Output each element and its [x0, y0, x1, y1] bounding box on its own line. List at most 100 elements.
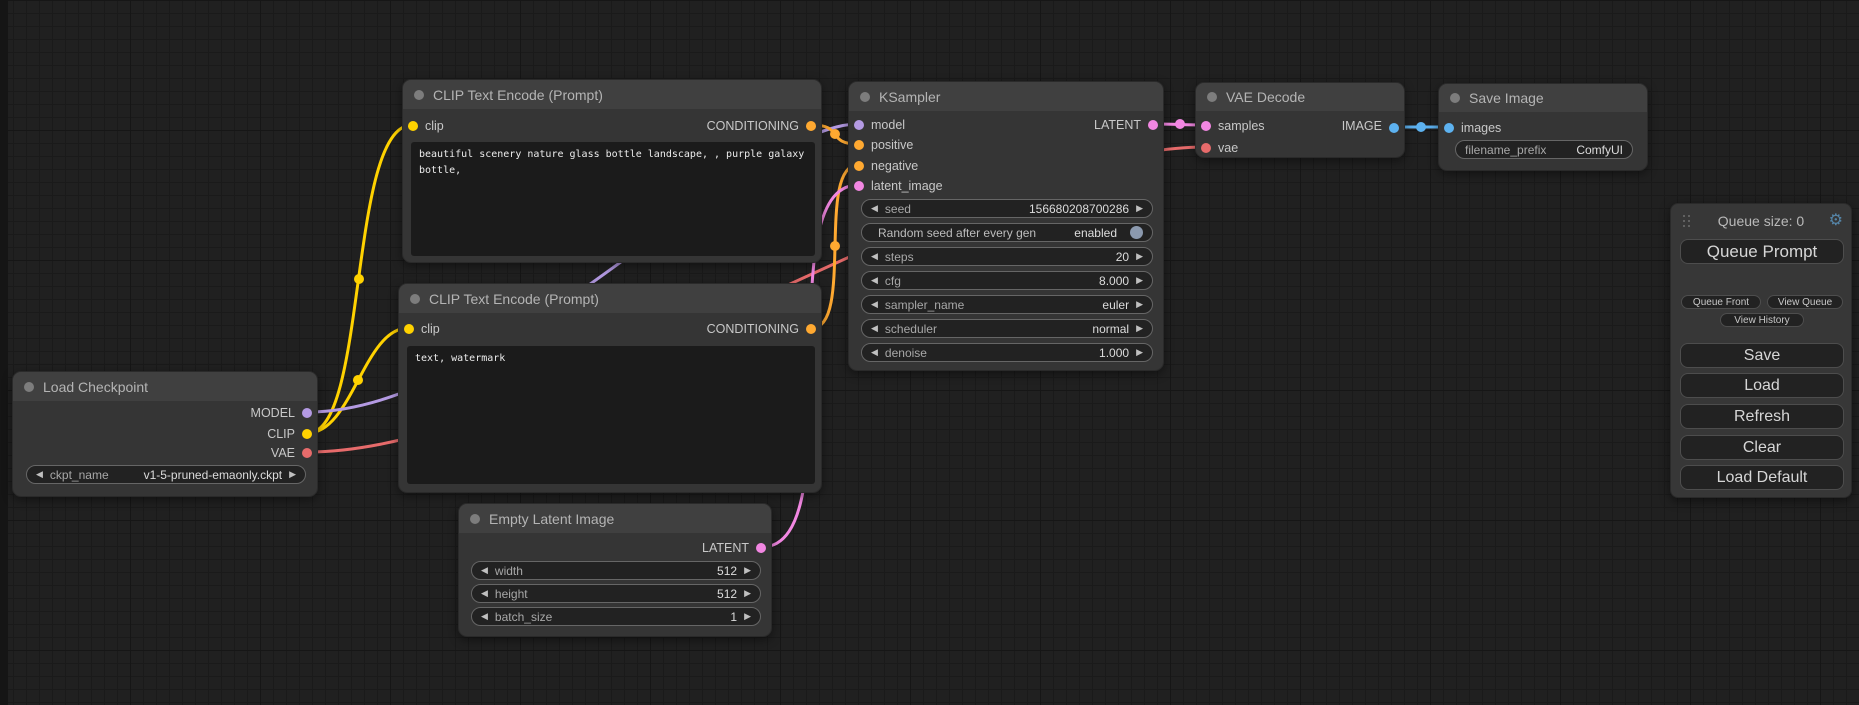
node-collapse-dot[interactable]: [860, 92, 870, 102]
cfg-widget[interactable]: ◀ cfg 8.000 ▶: [861, 271, 1153, 290]
output-slot-vae[interactable]: [302, 448, 312, 458]
output-slot-model[interactable]: [302, 408, 312, 418]
node-graph-canvas[interactable]: Load Checkpoint MODEL CLIP VAE ◀ ckpt_na…: [0, 0, 1859, 705]
filename-prefix-widget[interactable]: filename_prefix ComfyUI: [1455, 140, 1633, 159]
clear-button[interactable]: Clear: [1680, 435, 1844, 460]
width-widget[interactable]: ◀ width 512 ▶: [471, 561, 761, 580]
output-label-model: MODEL: [251, 406, 295, 420]
scheduler-widget[interactable]: ◀ scheduler normal ▶: [861, 319, 1153, 338]
arrow-left-icon[interactable]: ◀: [871, 204, 878, 213]
input-label-clip: clip: [421, 322, 440, 336]
load-button[interactable]: Load: [1680, 373, 1844, 398]
link-midpoint-dot[interactable]: [1175, 119, 1185, 129]
arrow-right-icon[interactable]: ▶: [744, 612, 751, 621]
input-slot-latent-image[interactable]: [854, 181, 864, 191]
save-button[interactable]: Save: [1680, 343, 1844, 368]
seed-widget[interactable]: ◀ seed 156680208700286 ▶: [861, 199, 1153, 218]
widget-label: width: [495, 564, 523, 578]
arrow-left-icon[interactable]: ◀: [871, 300, 878, 309]
sampler-name-widget[interactable]: ◀ sampler_name euler ▶: [861, 295, 1153, 314]
node-vae-decode[interactable]: VAE Decode samples IMAGE vae: [1195, 82, 1405, 158]
node-save-image[interactable]: Save Image images filename_prefix ComfyU…: [1438, 83, 1648, 171]
refresh-button[interactable]: Refresh: [1680, 404, 1844, 429]
node-clip-text-encode-negative[interactable]: CLIP Text Encode (Prompt) clip CONDITION…: [398, 283, 822, 493]
arrow-left-icon[interactable]: ◀: [481, 612, 488, 621]
negative-prompt-textarea[interactable]: text, watermark: [407, 346, 815, 484]
arrow-right-icon[interactable]: ▶: [289, 470, 296, 479]
node-title-bar[interactable]: CLIP Text Encode (Prompt): [403, 80, 821, 109]
node-collapse-dot[interactable]: [414, 90, 424, 100]
input-slot-images[interactable]: [1444, 123, 1454, 133]
toggle-knob[interactable]: [1130, 226, 1143, 239]
node-collapse-dot[interactable]: [1450, 93, 1460, 103]
arrow-right-icon[interactable]: ▶: [1136, 252, 1143, 261]
input-slot-samples[interactable]: [1201, 121, 1211, 131]
widget-label: batch_size: [495, 610, 552, 624]
node-title-bar[interactable]: KSampler: [849, 82, 1163, 111]
node-title-bar[interactable]: Save Image: [1439, 84, 1647, 112]
node-title-bar[interactable]: Load Checkpoint: [13, 372, 317, 401]
input-slot-clip[interactable]: [408, 121, 418, 131]
input-slot-vae[interactable]: [1201, 143, 1211, 153]
queue-front-button[interactable]: Queue Front: [1681, 295, 1761, 309]
arrow-left-icon[interactable]: ◀: [481, 566, 488, 575]
link-midpoint-dot[interactable]: [830, 129, 840, 139]
output-slot-latent[interactable]: [1148, 120, 1158, 130]
denoise-widget[interactable]: ◀ denoise 1.000 ▶: [861, 343, 1153, 362]
node-collapse-dot[interactable]: [410, 294, 420, 304]
arrow-left-icon[interactable]: ◀: [871, 348, 878, 357]
arrow-right-icon[interactable]: ▶: [744, 566, 751, 575]
arrow-right-icon[interactable]: ▶: [1136, 276, 1143, 285]
node-title-bar[interactable]: CLIP Text Encode (Prompt): [399, 284, 821, 313]
random-seed-toggle-widget[interactable]: Random seed after every gen enabled: [861, 223, 1153, 242]
steps-widget[interactable]: ◀ steps 20 ▶: [861, 247, 1153, 266]
widget-label: height: [495, 587, 528, 601]
queue-panel[interactable]: Queue size: 0 ⚙ Queue Prompt Extra optio…: [1670, 203, 1852, 498]
batch-size-widget[interactable]: ◀ batch_size 1 ▶: [471, 607, 761, 626]
node-title-bar[interactable]: Empty Latent Image: [459, 504, 771, 533]
queue-panel-header[interactable]: Queue size: 0 ⚙: [1671, 211, 1851, 231]
view-history-button[interactable]: View History: [1720, 313, 1804, 327]
node-collapse-dot[interactable]: [1207, 92, 1217, 102]
view-queue-button[interactable]: View Queue: [1767, 295, 1843, 309]
node-load-checkpoint[interactable]: Load Checkpoint MODEL CLIP VAE ◀ ckpt_na…: [12, 371, 318, 497]
node-collapse-dot[interactable]: [470, 514, 480, 524]
output-slot-image[interactable]: [1389, 123, 1399, 133]
link-midpoint-dot[interactable]: [354, 274, 364, 284]
widget-value: 8.000: [1099, 274, 1129, 288]
arrow-right-icon[interactable]: ▶: [1136, 324, 1143, 333]
positive-prompt-textarea[interactable]: beautiful scenery nature glass bottle la…: [411, 142, 815, 256]
gear-icon[interactable]: ⚙: [1829, 210, 1843, 230]
arrow-right-icon[interactable]: ▶: [1136, 204, 1143, 213]
node-ksampler[interactable]: KSampler model LATENT positive negative …: [848, 81, 1164, 371]
arrow-left-icon[interactable]: ◀: [481, 589, 488, 598]
node-title-bar[interactable]: VAE Decode: [1196, 83, 1404, 111]
load-default-button[interactable]: Load Default: [1680, 465, 1844, 490]
drag-handle-icon[interactable]: [1683, 215, 1685, 217]
link-midpoint-dot[interactable]: [1416, 122, 1426, 132]
input-slot-negative[interactable]: [854, 161, 864, 171]
arrow-right-icon[interactable]: ▶: [1136, 300, 1143, 309]
arrow-left-icon[interactable]: ◀: [871, 276, 878, 285]
arrow-right-icon[interactable]: ▶: [744, 589, 751, 598]
node-empty-latent-image[interactable]: Empty Latent Image LATENT ◀ width 512 ▶ …: [458, 503, 772, 637]
output-slot-conditioning[interactable]: [806, 121, 816, 131]
input-slot-clip[interactable]: [404, 324, 414, 334]
arrow-left-icon[interactable]: ◀: [36, 470, 43, 479]
link-midpoint-dot[interactable]: [353, 375, 363, 385]
output-slot-conditioning[interactable]: [806, 324, 816, 334]
node-collapse-dot[interactable]: [24, 382, 34, 392]
output-slot-clip[interactable]: [302, 429, 312, 439]
node-title: Empty Latent Image: [489, 511, 614, 527]
input-slot-positive[interactable]: [854, 140, 864, 150]
node-clip-text-encode-positive[interactable]: CLIP Text Encode (Prompt) clip CONDITION…: [402, 79, 822, 263]
arrow-left-icon[interactable]: ◀: [871, 324, 878, 333]
input-slot-model[interactable]: [854, 120, 864, 130]
link-midpoint-dot[interactable]: [830, 241, 840, 251]
ckpt-name-widget[interactable]: ◀ ckpt_name v1-5-pruned-emaonly.ckpt ▶: [26, 465, 306, 484]
output-slot-latent[interactable]: [756, 543, 766, 553]
arrow-left-icon[interactable]: ◀: [871, 252, 878, 261]
arrow-right-icon[interactable]: ▶: [1136, 348, 1143, 357]
height-widget[interactable]: ◀ height 512 ▶: [471, 584, 761, 603]
queue-prompt-button[interactable]: Queue Prompt: [1680, 239, 1844, 264]
